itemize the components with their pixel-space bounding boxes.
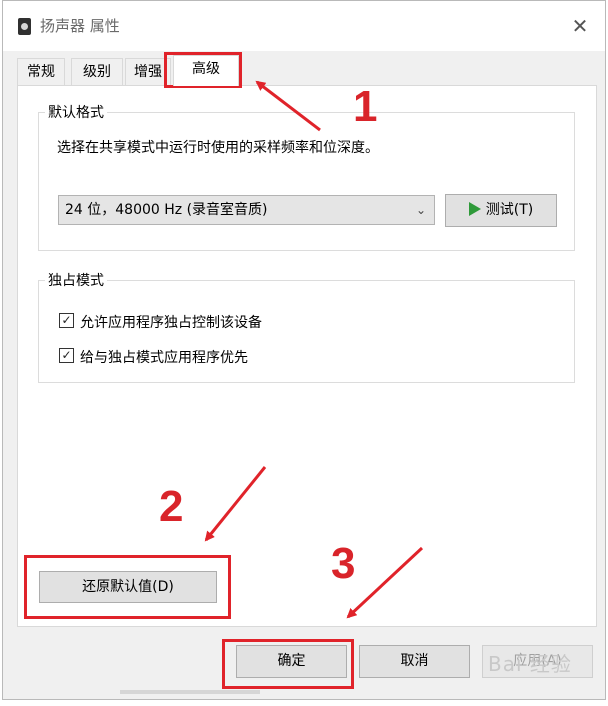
play-icon [468,202,481,216]
title-bar: 扬声器 属性 ✕ [3,1,605,51]
allow-exclusive-checkbox[interactable]: ✓ [59,313,74,328]
exclusive-priority-checkbox[interactable]: ✓ [59,348,74,363]
advanced-panel: 默认格式 选择在共享模式中运行时使用的采样频率和位深度。 24 位，48000 … [17,85,597,627]
default-format-description: 选择在共享模式中运行时使用的采样频率和位深度。 [57,140,379,156]
close-icon[interactable]: ✕ [569,15,591,37]
annotation-number-3: 3 [331,539,356,588]
speaker-icon [18,18,31,35]
tab-levels[interactable]: 级别 [71,58,123,86]
annotation-number-2: 2 [159,482,184,531]
annotation-box-ok [222,639,354,689]
window-title: 扬声器 属性 [40,17,120,35]
test-button-label: 测试(T) [485,202,534,218]
annotation-number-1: 1 [353,82,378,131]
exclusive-priority-label: 给与独占模式应用程序优先 [80,350,248,366]
chevron-down-icon: ⌄ [415,203,426,217]
default-format-group: 默认格式 选择在共享模式中运行时使用的采样频率和位深度。 24 位，48000 … [38,102,575,251]
tab-strip: 常规 级别 增强 高级 [17,55,597,86]
annotation-box-restore [24,555,231,619]
test-button[interactable]: 测试(T) [445,194,557,227]
allow-exclusive-label: 允许应用程序独占控制该设备 [80,315,262,331]
default-format-label: 默认格式 [45,102,107,122]
bottom-shadow [120,690,260,694]
sample-rate-select[interactable]: 24 位，48000 Hz (录音室音质) ⌄ [58,195,435,225]
exclusive-mode-label: 独占模式 [45,270,107,290]
tab-general[interactable]: 常规 [17,58,65,86]
exclusive-mode-group: 独占模式 ✓ 允许应用程序独占控制该设备 ✓ 给与独占模式应用程序优先 [38,270,575,383]
baidu-watermark: Bai 经验 [488,652,572,676]
tab-advanced[interactable]: 高级 [173,55,239,86]
cancel-button[interactable]: 取消 [359,645,470,678]
sample-rate-value: 24 位，48000 Hz (录音室音质) [65,202,268,218]
